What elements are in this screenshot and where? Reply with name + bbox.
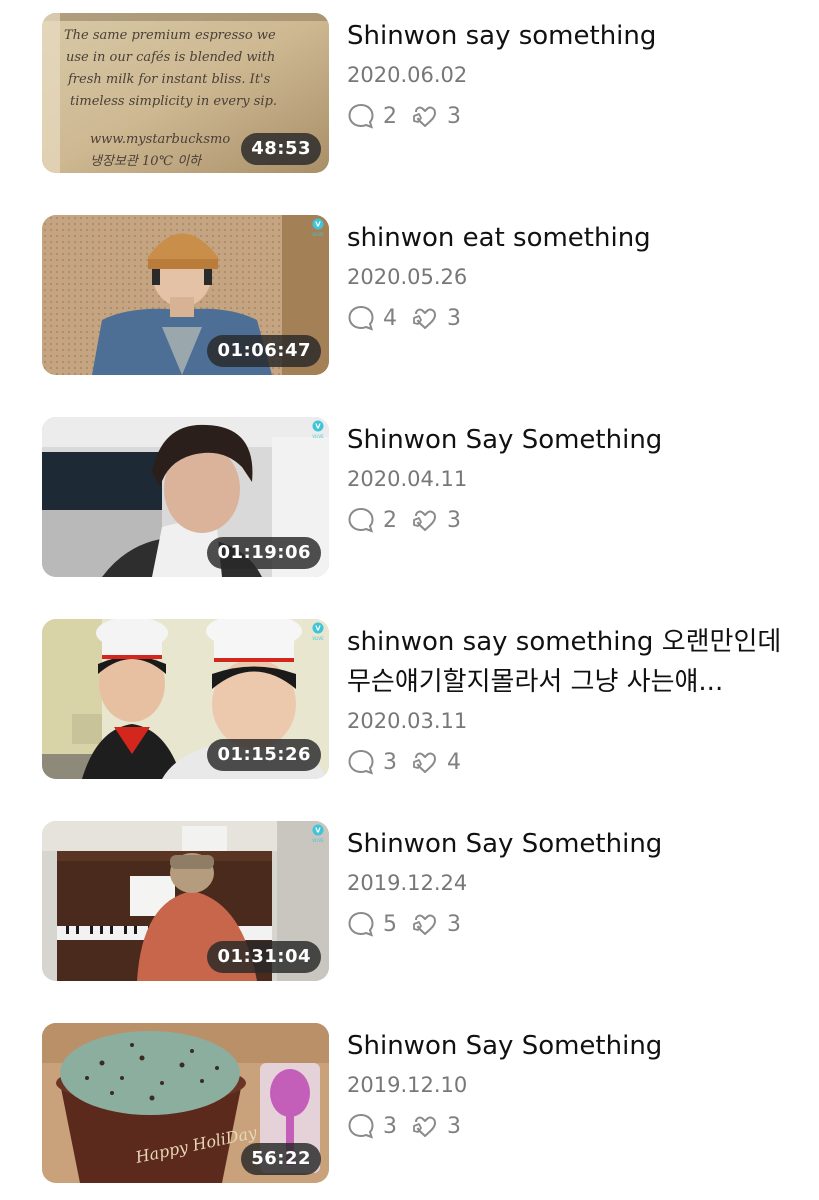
vlive-logo-icon: V VLIVE: [312, 420, 324, 439]
like-count: 3: [447, 1113, 461, 1139]
comment-count: 3: [383, 1113, 397, 1139]
comment-count: 2: [383, 507, 397, 533]
video-thumbnail[interactable]: Happy HoliDay 56:22: [42, 1023, 329, 1183]
video-title[interactable]: Shinwon say something: [347, 16, 797, 56]
svg-text:V: V: [315, 221, 321, 229]
svg-text:VLIVE: VLIVE: [312, 838, 324, 843]
duration-badge: 01:06:47: [207, 335, 321, 367]
video-item[interactable]: V VLIVE 01:31:04 Shinwon Say Something 2…: [0, 808, 819, 981]
video-stats: 3 3: [347, 1110, 797, 1142]
thumb-text-line-4: timeless simplicity in every sip.: [70, 94, 277, 109]
video-stats: 3 4: [347, 746, 797, 778]
video-title[interactable]: Shinwon Say Something: [347, 824, 797, 864]
video-item[interactable]: Happy HoliDay 56:22 Shinwon Say Somethin…: [0, 1010, 819, 1183]
duration-badge: 01:19:06: [207, 537, 321, 569]
heart-hand-icon: [413, 510, 436, 531]
video-info: Shinwon Say Something 2020.04.11 2 3: [347, 404, 797, 536]
thumb-korean: 냉장보관 10℃ 이하: [90, 154, 203, 169]
comment-count: 2: [383, 103, 397, 129]
video-item[interactable]: V VLIVE 01:15:26 shinwon say something 오…: [0, 606, 819, 779]
video-date: 2020.06.02: [347, 63, 468, 87]
vlive-logo-icon: V VLIVE: [312, 622, 324, 641]
video-date: 2020.03.11: [347, 709, 468, 733]
thumb-text-line-3: fresh milk for instant bliss. It's: [67, 72, 271, 87]
like-count: 3: [447, 911, 461, 937]
video-info: Shinwon Say Something 2019.12.10 3 3: [347, 1010, 797, 1142]
heart-hand-icon: [413, 106, 436, 127]
comment-bubble-icon: [348, 1113, 374, 1139]
video-info: Shinwon say something 2020.06.02 2 3: [347, 0, 797, 132]
video-thumbnail[interactable]: V VLIVE 01:15:26: [42, 619, 329, 779]
video-info: shinwon eat something 2020.05.26 4 3: [347, 202, 797, 334]
thumb-text-line-1: The same premium espresso we: [64, 28, 276, 43]
svg-text:V: V: [315, 423, 321, 431]
svg-text:V: V: [315, 827, 321, 835]
video-stats: 4 3: [347, 302, 797, 334]
comment-bubble-icon: [348, 103, 374, 129]
comment-count: 4: [383, 305, 397, 331]
thumb-text-line-2: use in our cafés is blended with: [66, 50, 275, 65]
video-date: 2020.05.26: [347, 265, 468, 289]
svg-text:VLIVE: VLIVE: [312, 232, 324, 237]
video-thumbnail[interactable]: The same premium espresso we use in our …: [42, 13, 329, 173]
heart-hand-icon: [413, 752, 436, 773]
like-count: 4: [447, 749, 461, 775]
vlive-logo-icon: V VLIVE: [312, 824, 324, 843]
video-list: The same premium espresso we use in our …: [0, 0, 819, 1200]
duration-badge: 56:22: [241, 1143, 321, 1175]
heart-hand-icon: [413, 914, 436, 935]
vlive-logo-icon: V VLIVE: [312, 218, 324, 237]
comment-count: 3: [383, 749, 397, 775]
video-title[interactable]: Shinwon Say Something: [347, 1026, 797, 1066]
video-date: 2019.12.10: [347, 1073, 468, 1097]
comment-bubble-icon: [348, 305, 374, 331]
like-count: 3: [447, 507, 461, 533]
video-thumbnail[interactable]: V VLIVE 01:06:47: [42, 215, 329, 375]
video-title[interactable]: shinwon eat something: [347, 218, 797, 258]
video-thumbnail[interactable]: V VLIVE 01:31:04: [42, 821, 329, 981]
duration-badge: 48:53: [241, 133, 321, 165]
heart-hand-icon: [413, 1116, 436, 1137]
like-count: 3: [447, 305, 461, 331]
svg-text:V: V: [315, 625, 321, 633]
video-item[interactable]: V VLIVE 01:06:47 shinwon eat something 2…: [0, 202, 819, 375]
video-thumbnail[interactable]: V VLIVE 01:19:06: [42, 417, 329, 577]
duration-badge: 01:15:26: [207, 739, 321, 771]
video-info: Shinwon Say Something 2019.12.24 5 3: [347, 808, 797, 940]
video-title[interactable]: Shinwon Say Something: [347, 420, 797, 460]
like-count: 3: [447, 103, 461, 129]
comment-bubble-icon: [348, 911, 374, 937]
comment-bubble-icon: [348, 507, 374, 533]
heart-hand-icon: [413, 308, 436, 329]
comment-count: 5: [383, 911, 397, 937]
video-date: 2020.04.11: [347, 467, 468, 491]
duration-badge: 01:31:04: [207, 941, 321, 973]
video-item[interactable]: V VLIVE 01:19:06 Shinwon Say Something 2…: [0, 404, 819, 577]
svg-text:VLIVE: VLIVE: [312, 434, 324, 439]
thumb-url: www.mystarbucksmo: [90, 132, 230, 147]
video-stats: 2 3: [347, 504, 797, 536]
video-stats: 2 3: [347, 100, 797, 132]
video-date: 2019.12.24: [347, 871, 468, 895]
video-title[interactable]: shinwon say something 오랜만인데 무슨얘기할지몰라서 그냥…: [347, 622, 797, 702]
svg-text:VLIVE: VLIVE: [312, 636, 324, 641]
video-info: shinwon say something 오랜만인데 무슨얘기할지몰라서 그냥…: [347, 606, 797, 778]
comment-bubble-icon: [348, 749, 374, 775]
video-item[interactable]: The same premium espresso we use in our …: [0, 0, 819, 173]
video-stats: 5 3: [347, 908, 797, 940]
